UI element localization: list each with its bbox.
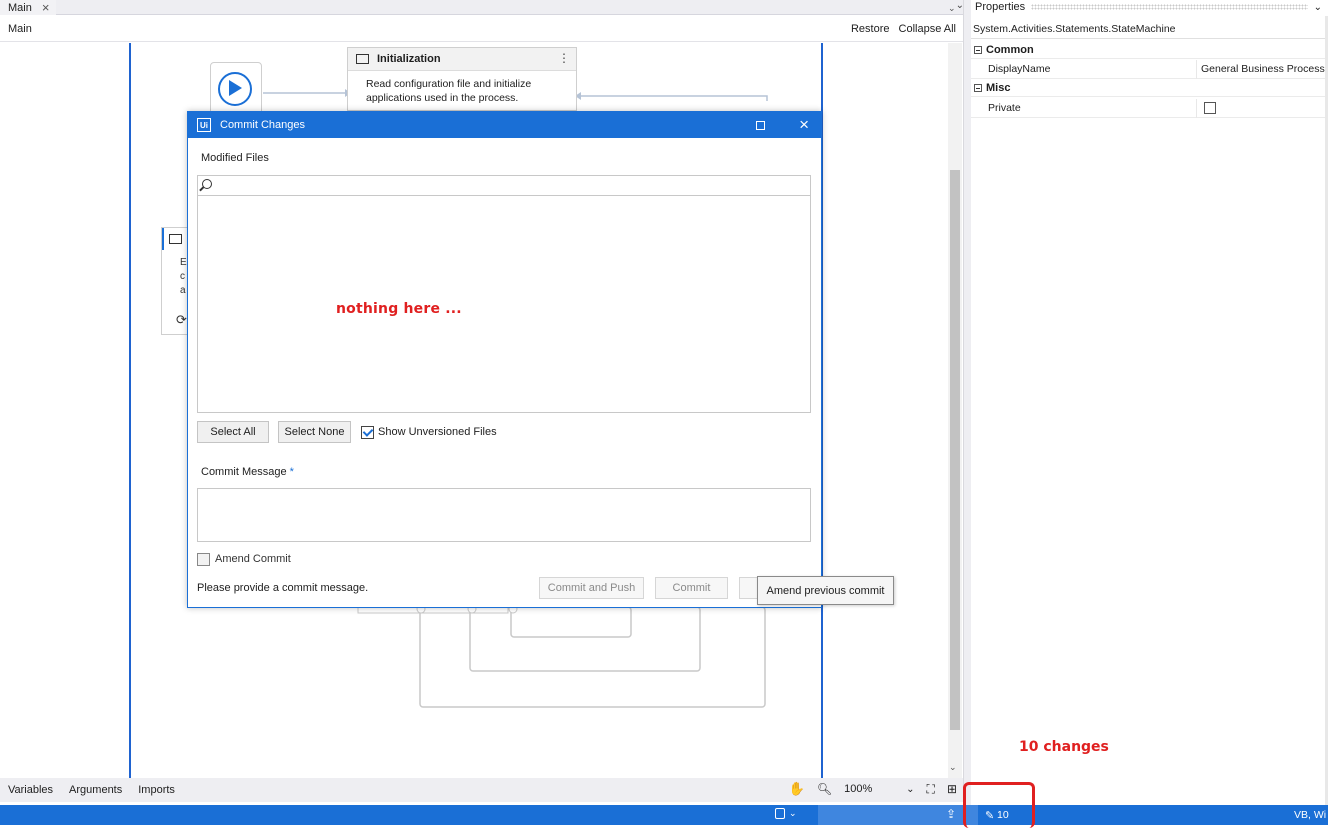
loop-icon: ⟳ [176,312,187,327]
breadcrumb-bar: Main Restore Collapse All [0,16,964,42]
chevron-down-icon[interactable]: ⌄ [789,808,797,819]
tab-main-label: Main [8,1,32,14]
properties-panel: Properties ⌄ System.Activities.Statement… [971,0,1328,806]
activity-type-name: System.Activities.Statements.StateMachin… [971,19,1328,39]
commit-message-label: Commit Message * [201,466,294,478]
state-text: E c a [180,256,187,298]
overview-icon[interactable]: ⊞ [947,782,957,796]
commit-and-push-button[interactable]: Commit and Push [539,577,644,599]
chevron-down-icon[interactable]: ⌄ [948,3,956,14]
tab-variables[interactable]: Variables [8,784,53,796]
hand-icon[interactable]: ✋ [789,781,805,797]
show-unversioned-label[interactable]: Show Unversioned Files [378,426,497,438]
state-description: Read configuration file and initialize a… [366,78,532,104]
project-language[interactable]: VB, Wi [1294,809,1326,821]
maximize-icon[interactable] [756,120,766,130]
private-checkbox[interactable] [1204,102,1216,114]
highlight-annotation [963,782,1035,828]
publish-icon[interactable]: ⇪ [946,807,956,821]
empty-list-annotation: nothing here ... [336,301,462,317]
chevron-down-icon[interactable]: ⌄ [906,784,914,795]
changes-annotation: 10 changes [1019,739,1109,755]
property-row-private[interactable]: Private [971,99,1328,118]
play-icon [229,80,242,96]
state-accent [162,228,164,250]
dialog-title-bar[interactable]: Ui Commit Changes × [188,112,821,138]
category-common[interactable]: Common [971,42,1328,59]
category-label: Misc [986,82,1011,94]
state-icon [169,234,182,244]
modified-files-label: Modified Files [201,152,269,164]
property-name: Private [988,102,1021,114]
select-all-button[interactable]: Select All [197,421,269,443]
chevron-down-icon[interactable]: ⌄ [949,762,957,773]
amend-commit-label[interactable]: Amend Commit [215,553,291,565]
category-misc[interactable]: Misc [971,80,1328,97]
collapse-icon[interactable] [974,46,982,54]
tab-imports[interactable]: Imports [138,784,175,796]
panel-splitter[interactable] [963,0,971,805]
document-tab-strip [0,0,964,15]
commit-message-input[interactable] [197,488,811,542]
initialization-state[interactable]: Initialization ⋮ Read configuration file… [347,47,577,111]
state-text-line: a [180,285,186,296]
amend-tooltip: Amend previous commit [757,576,894,605]
state-text-line: E [180,257,187,268]
properties-header: Properties ⌄ [971,0,1328,14]
close-icon[interactable]: × [42,1,50,14]
restore-button[interactable]: Restore [851,23,890,35]
breadcrumb[interactable]: Main [8,23,32,35]
column-divider [1196,60,1197,79]
property-row-displayname[interactable]: DisplayName General Business Process [971,60,1328,79]
designer-bottom-bar: Variables Arguments Imports ✋ 🔍︎ 100% ⌄ … [0,778,963,802]
commit-message-label-text: Commit Message [201,466,287,478]
category-label: Common [986,44,1034,56]
status-bar: ⌄ ⇪ ✎ 10 VB, Wi [0,805,1328,825]
search-icon [202,179,212,189]
collapse-icon[interactable] [974,84,982,92]
more-options-icon[interactable]: ⋮ [558,51,570,65]
properties-title: Properties [975,1,1026,13]
modified-files-list[interactable]: nothing here ... [197,196,811,413]
state-text-line: c [180,271,185,282]
validation-message: Please provide a commit message. [197,582,369,594]
file-search-input[interactable] [197,175,811,196]
commit-changes-dialog: Ui Commit Changes × Modified Files nothi… [187,111,822,608]
collapse-all-button[interactable]: Collapse All [899,23,956,35]
fit-to-screen-icon[interactable]: ⛶ [927,782,935,797]
tab-arguments[interactable]: Arguments [69,784,122,796]
zoom-level[interactable]: 100% [844,783,894,795]
source-control-icon[interactable] [775,808,785,819]
amend-commit-checkbox[interactable] [197,553,210,566]
tab-main[interactable]: Main × [0,0,56,15]
displayname-value[interactable]: General Business Process [1201,63,1325,75]
column-divider [1196,99,1197,118]
scrollbar-thumb[interactable] [950,170,960,730]
panel-grip[interactable] [1031,4,1308,10]
chevron-down-icon[interactable]: ⌄ [1314,2,1322,13]
state-icon [356,54,369,64]
select-none-button[interactable]: Select None [278,421,351,443]
zoom-icon[interactable]: 🔍︎ [817,782,832,796]
dialog-title: Commit Changes [220,119,305,131]
close-icon[interactable]: × [799,116,809,133]
show-unversioned-checkbox[interactable] [361,426,374,439]
uipath-logo-icon: Ui [197,118,211,132]
property-name: DisplayName [988,63,1051,75]
zoom-controls: ✋ 🔍︎ 100% ⌄ ⛶ ⊞ [789,781,957,797]
state-title: Initialization [377,53,441,65]
state-header: Initialization [348,48,576,71]
commit-button[interactable]: Commit [655,577,728,599]
required-marker: * [289,466,294,478]
